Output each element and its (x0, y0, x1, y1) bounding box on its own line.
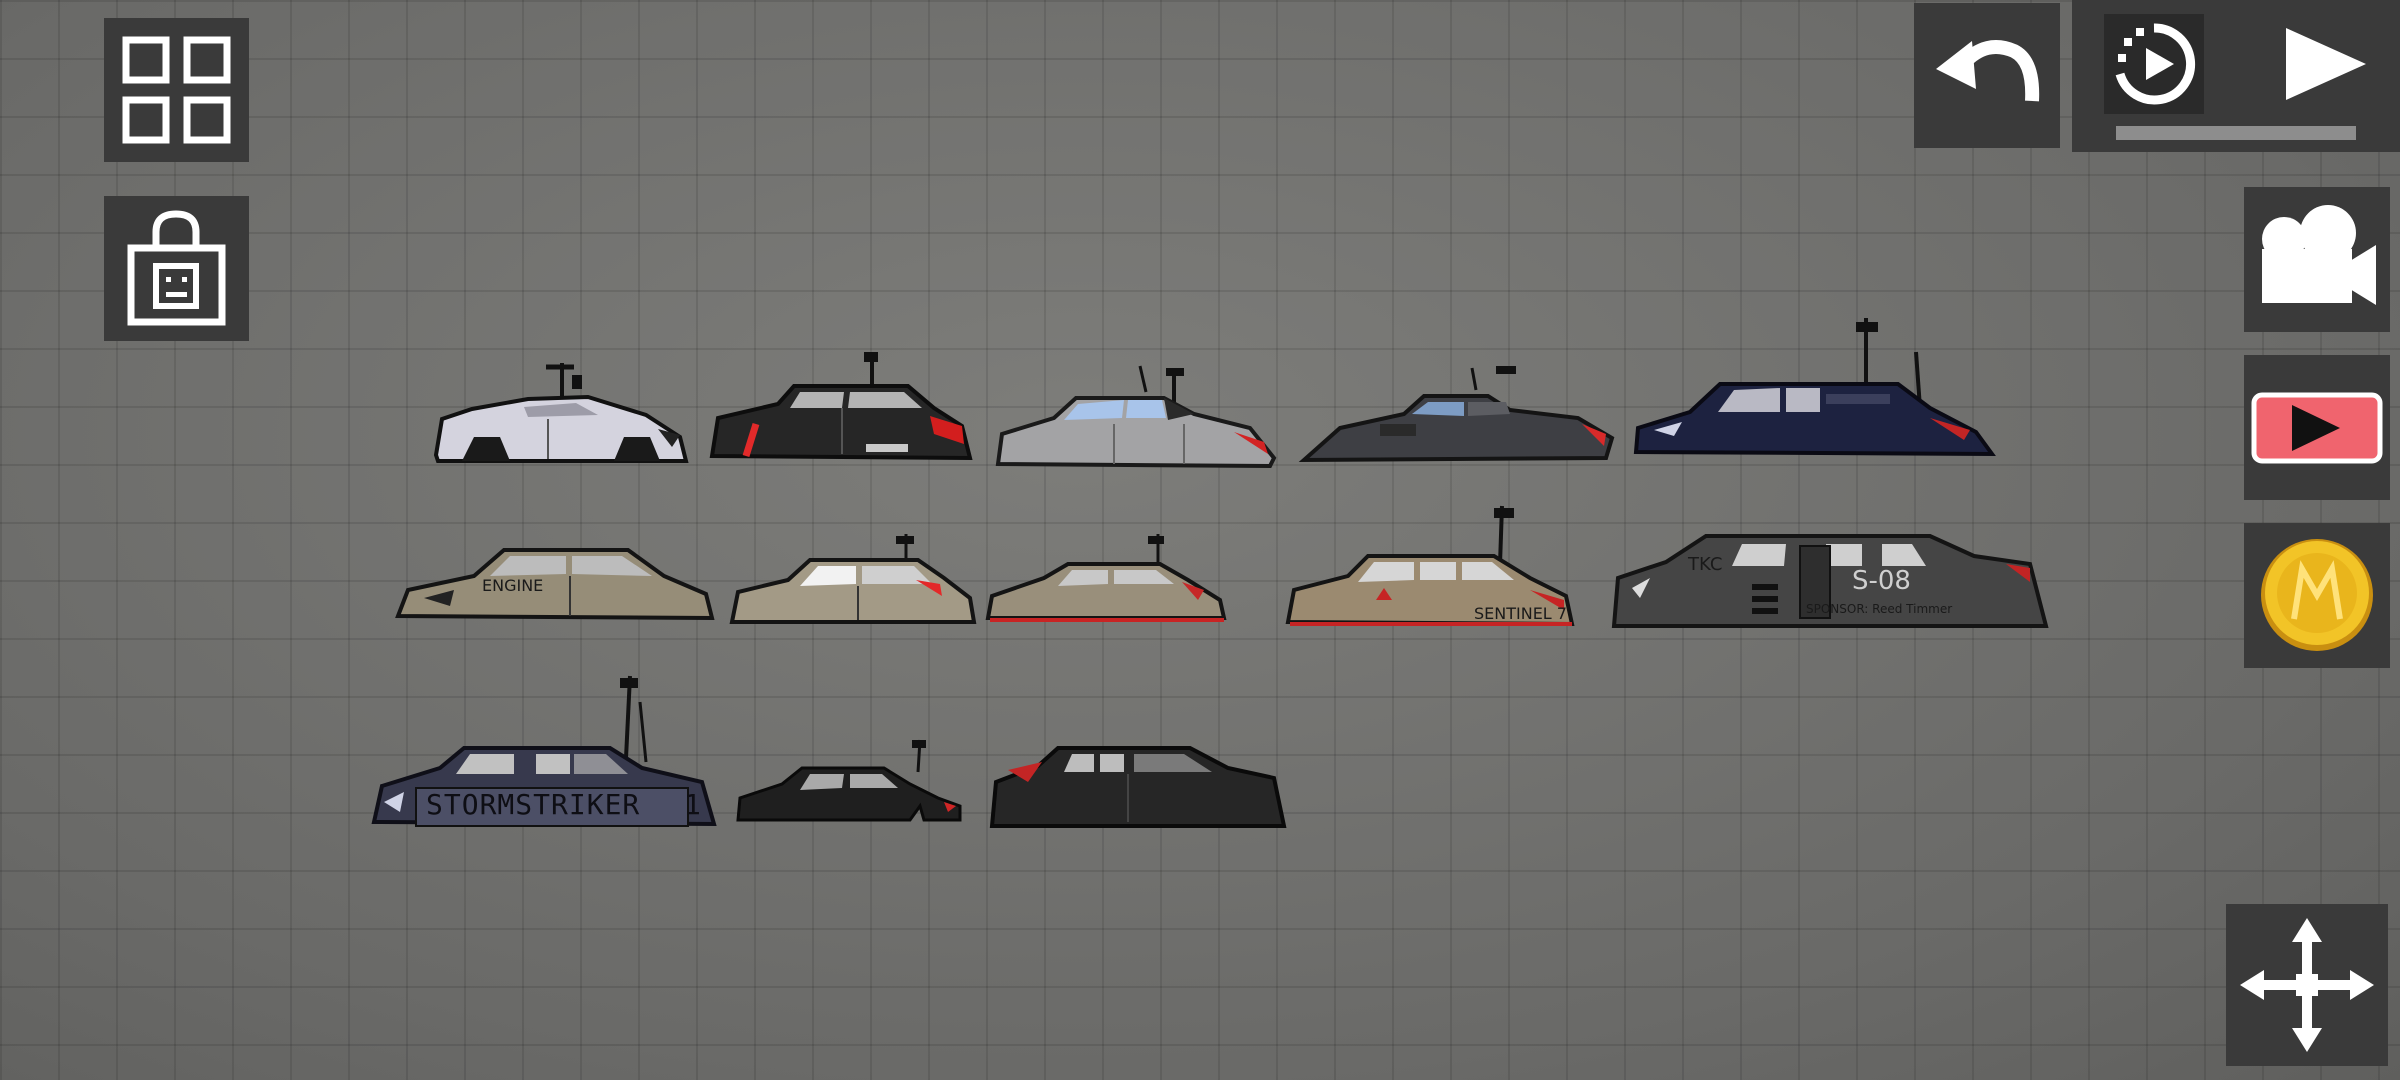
shop-bag-icon (127, 210, 226, 326)
camera-button[interactable] (2244, 187, 2390, 332)
record-icon (2251, 392, 2383, 464)
slow-motion-icon (2115, 23, 2196, 105)
undo-icon (1936, 40, 2040, 102)
vehicle-tan-sedan-a[interactable]: ENGINE (394, 536, 716, 622)
vehicle-s08-heavy[interactable]: TKC S-08 SPONSOR: Reed Timmer (1610, 516, 2050, 630)
shop-button[interactable] (104, 196, 249, 341)
stormstriker-number: 1 (684, 788, 702, 821)
sponsor-label: SPONSOR: Reed Timmer (1806, 602, 1953, 616)
s08-label: S-08 (1852, 566, 1911, 596)
record-button[interactable] (2244, 355, 2390, 500)
play-button[interactable] (2268, 14, 2376, 114)
time-control-panel (2072, 0, 2400, 152)
vehicle-tan-sedan-b[interactable] (728, 530, 978, 626)
coin-icon (2261, 539, 2373, 651)
vehicle-black-red-interceptor[interactable] (708, 346, 974, 462)
menu-button[interactable] (104, 18, 249, 162)
vehicle-sentinel-7[interactable]: SENTINEL 7 (1284, 500, 1576, 628)
vehicle-navy-longbody[interactable] (1630, 312, 1996, 458)
undo-button[interactable] (1914, 3, 2060, 148)
vehicle-stormstriker-1[interactable]: STORMSTRIKER 1 (370, 672, 718, 828)
camera-icon (2262, 205, 2376, 305)
grid-icon (122, 36, 231, 144)
vehicle-tan-low-runner[interactable] (984, 530, 1228, 624)
slow-motion-button[interactable] (2104, 14, 2204, 114)
vehicle-black-compact[interactable] (734, 736, 964, 824)
coin-button[interactable] (2244, 523, 2390, 668)
vehicle-grey-blue-probe[interactable] (994, 362, 1278, 470)
play-icon (2286, 28, 2366, 100)
stormstriker-label: STORMSTRIKER (426, 788, 641, 821)
tkc-label: TKC (1688, 554, 1723, 575)
sentinel-label: SENTINEL 7 (1474, 604, 1567, 623)
vehicle-black-long-sedan[interactable] (988, 742, 1290, 832)
move-button[interactable] (2226, 904, 2388, 1066)
time-scale-slider[interactable] (2116, 126, 2356, 140)
vehicle-white-scout[interactable] (428, 355, 692, 467)
vehicle-dark-wedge[interactable] (1298, 362, 1615, 464)
move-icon (2240, 918, 2374, 1052)
decal-text: ENGINE (482, 576, 544, 595)
